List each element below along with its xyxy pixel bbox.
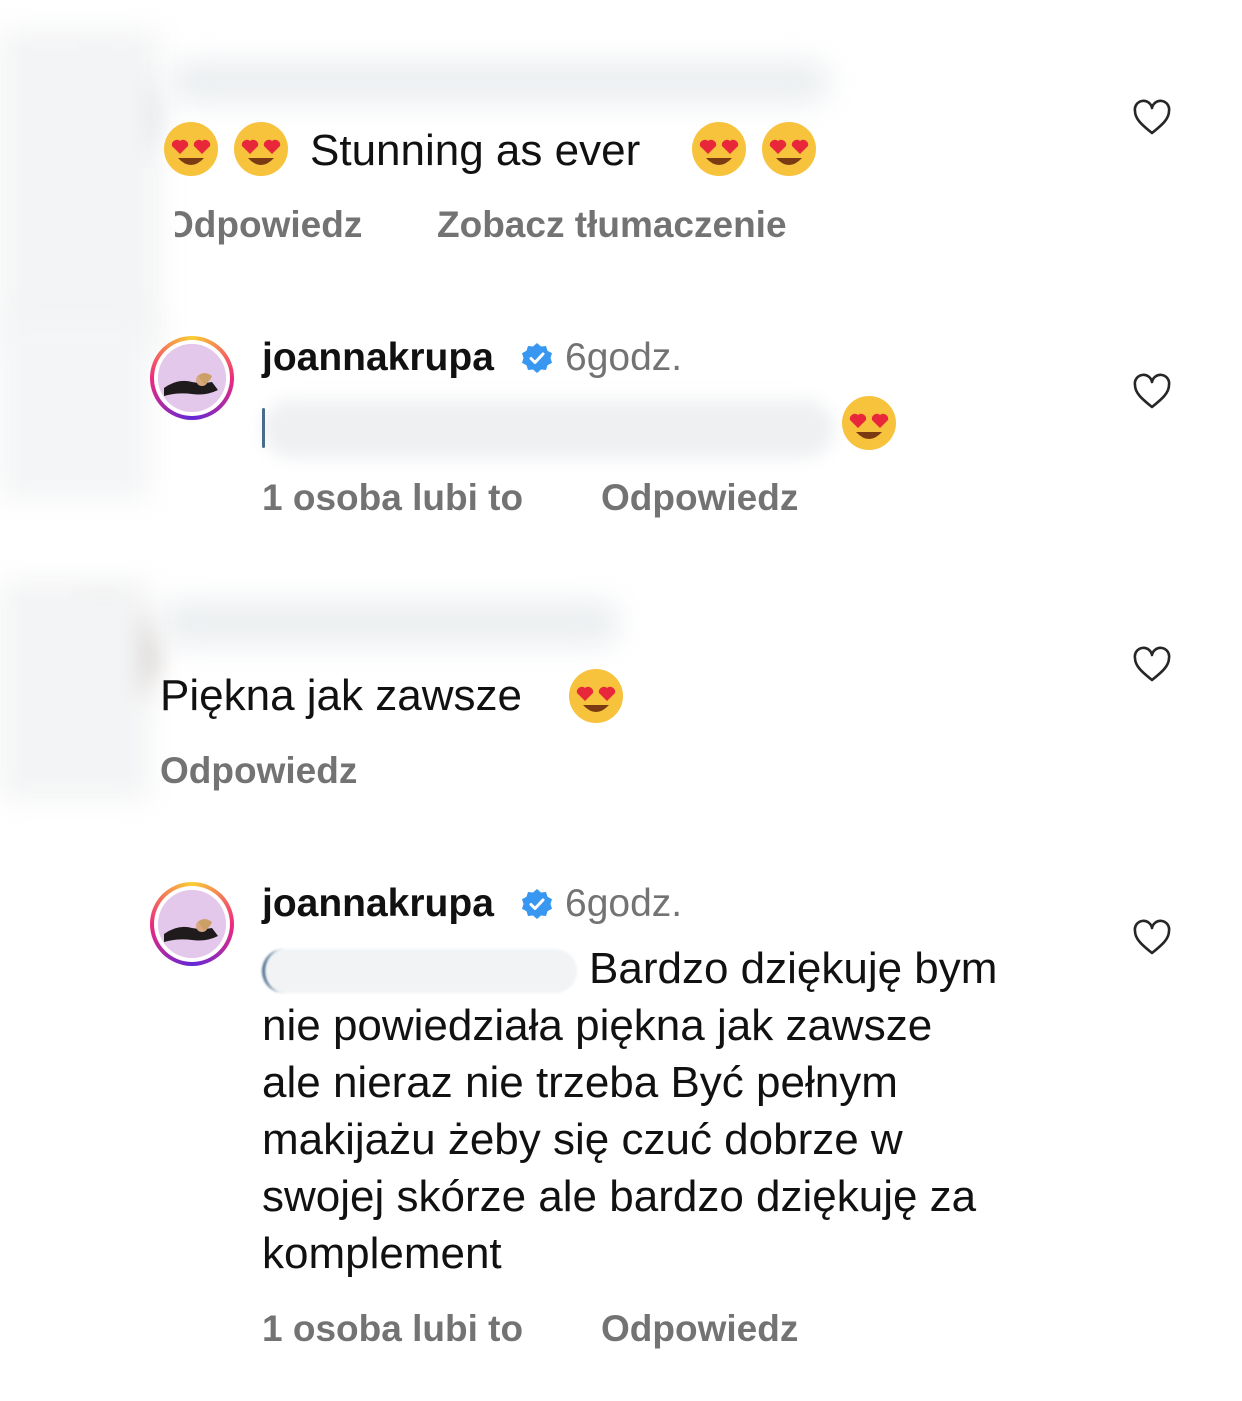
blurred-username <box>170 60 830 104</box>
blurred-left-edge <box>0 320 150 500</box>
timestamp: 6godz. <box>565 882 683 925</box>
comment-text: Stunning as ever <box>310 126 641 175</box>
avatar[interactable] <box>150 336 234 420</box>
reply-text-line: Bardzo dziękuję bym <box>589 944 998 993</box>
reply-button[interactable]: Odpowiedz <box>601 1308 798 1350</box>
heart-eyes-emoji <box>232 120 290 178</box>
mention-edge <box>262 408 265 448</box>
reply-button[interactable]: Odpowiedz <box>175 204 362 246</box>
like-heart-icon[interactable] <box>1132 98 1172 138</box>
reply-text-line: ale nieraz nie trzeba Być pełnym <box>262 1058 898 1107</box>
reply-button[interactable]: Odpowiedz <box>601 477 798 519</box>
heart-eyes-emoji <box>162 120 220 178</box>
reply-button[interactable]: Odpowiedz <box>160 750 357 792</box>
blurred-mention <box>262 400 834 458</box>
verified-badge-icon <box>521 342 553 374</box>
avatar[interactable] <box>150 882 234 966</box>
reply-text-line: makijażu żeby się czuć dobrze w <box>262 1115 903 1164</box>
reply-text-line: komplement <box>262 1229 502 1278</box>
see-translation-button[interactable]: Zobacz tłumaczenie <box>437 204 787 246</box>
blurred-left-edge <box>0 30 160 350</box>
timestamp: 6godz. <box>565 336 683 379</box>
like-heart-icon[interactable] <box>1132 645 1172 685</box>
username[interactable]: joannakrupa <box>262 336 494 380</box>
comments-thread: Stunning as ever Odpowiedz Zobacz tłumac… <box>0 0 1242 1401</box>
like-heart-icon[interactable] <box>1132 372 1172 412</box>
username[interactable]: joannakrupa <box>262 882 494 926</box>
likes-count[interactable]: 1 osoba lubi to <box>262 1308 523 1350</box>
comment-text: Piękna jak zawsze <box>160 671 522 720</box>
heart-eyes-emoji <box>760 120 818 178</box>
verified-badge-icon <box>521 888 553 920</box>
reply-text-line: nie powiedziała piękna jak zawsze <box>262 1001 933 1050</box>
blurred-left-edge <box>0 580 150 800</box>
reply-text-line: swojej skórze ale bardzo dziękuję za <box>262 1172 977 1221</box>
like-heart-icon[interactable] <box>1132 918 1172 958</box>
heart-eyes-emoji <box>690 120 748 178</box>
likes-count[interactable]: 1 osoba lubi to <box>262 477 523 519</box>
blurred-mention <box>262 949 577 994</box>
blurred-username <box>160 600 620 646</box>
heart-eyes-emoji <box>840 394 898 452</box>
heart-eyes-emoji <box>567 667 625 725</box>
reply-text: Bardzo dziękuję bym nie powiedziała pięk… <box>262 940 1062 1282</box>
